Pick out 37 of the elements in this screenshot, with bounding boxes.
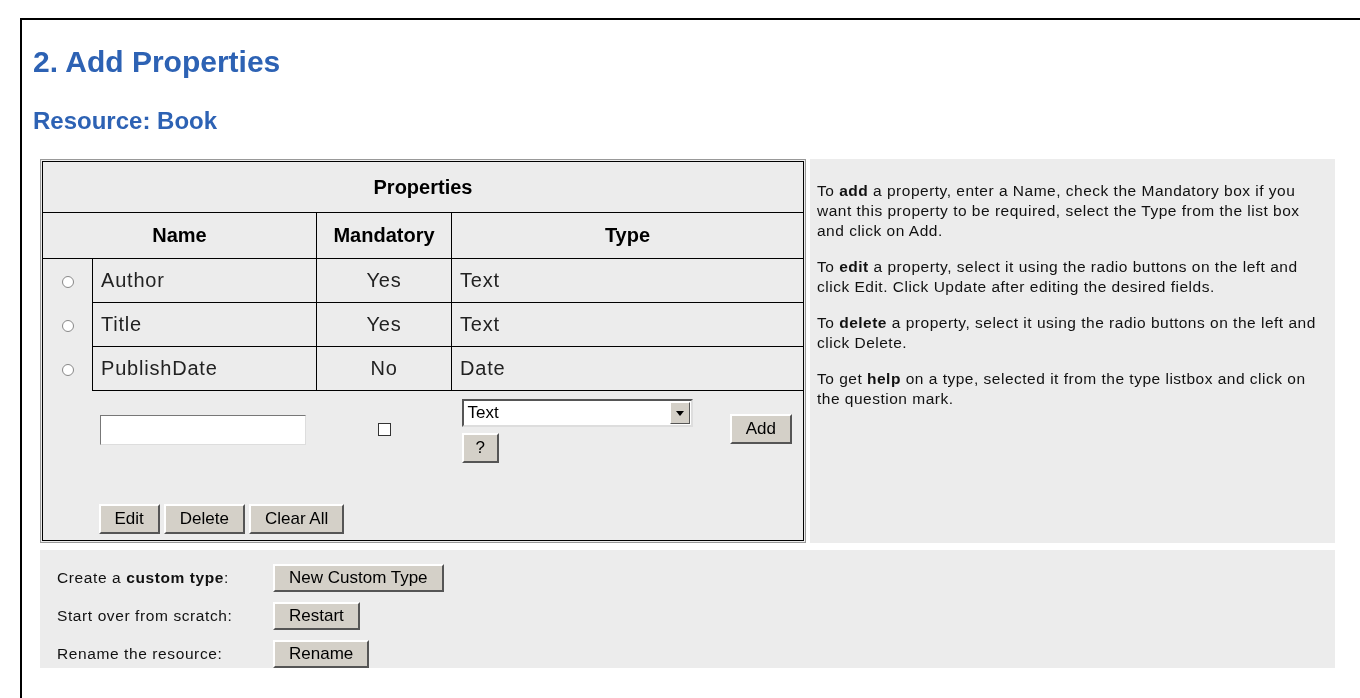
- table-cell: PublishDate: [92, 346, 317, 391]
- table-cell: Author: [92, 258, 317, 303]
- table-cell: Text: [451, 302, 804, 347]
- radio-button[interactable]: [61, 363, 74, 376]
- column-header: Name: [42, 212, 317, 259]
- name-input[interactable]: [99, 415, 306, 445]
- table-cell: Title: [92, 302, 317, 347]
- table-action-button[interactable]: Edit: [98, 504, 160, 534]
- help-button[interactable]: ?: [461, 433, 499, 463]
- radio-button[interactable]: [61, 319, 74, 332]
- help-paragraph: To add a property, enter a Name, check the Mandatory box if you want this property to be required, select the Type from the list box and click on Add.: [817, 181, 1301, 241]
- table-cell: Yes: [316, 258, 452, 303]
- action-button[interactable]: Restart: [273, 602, 360, 630]
- action-label: Rename the resource:: [57, 645, 224, 663]
- column-header: Type: [451, 212, 804, 259]
- resource-heading: Resource: Book: [33, 106, 219, 136]
- help-paragraph: To get help on a type, selected it from the type listbox and click on the question mark.: [817, 369, 1307, 409]
- table-action-button[interactable]: Clear All: [248, 504, 345, 534]
- mandatory-checkbox[interactable]: [377, 423, 391, 436]
- type-select[interactable]: Text: [461, 399, 693, 427]
- table-action-button[interactable]: Delete: [163, 504, 245, 534]
- action-label: Start over from scratch:: [57, 607, 234, 625]
- column-header: Mandatory: [316, 212, 452, 259]
- table-title: Properties: [42, 161, 804, 213]
- dropdown-arrow-icon: [675, 410, 684, 416]
- action-button[interactable]: Rename: [273, 640, 370, 668]
- page-heading: 2. Add Properties: [33, 44, 282, 80]
- help-paragraph: To delete a property, select it using the radio buttons on the left and click Delete.: [817, 313, 1317, 353]
- action-label: Create a custom type:: [57, 569, 230, 587]
- table-cell: No: [316, 346, 452, 391]
- table-cell: Yes: [316, 302, 452, 347]
- add-button[interactable]: Add: [729, 414, 792, 444]
- radio-button[interactable]: [61, 275, 74, 288]
- help-paragraph: To edit a property, select it using the radio buttons on the left and click Edit. Click Update after editing the desired fields.: [817, 257, 1299, 297]
- table-cell: Text: [451, 258, 804, 303]
- table-cell: Date: [451, 346, 804, 391]
- action-button[interactable]: New Custom Type: [273, 564, 444, 592]
